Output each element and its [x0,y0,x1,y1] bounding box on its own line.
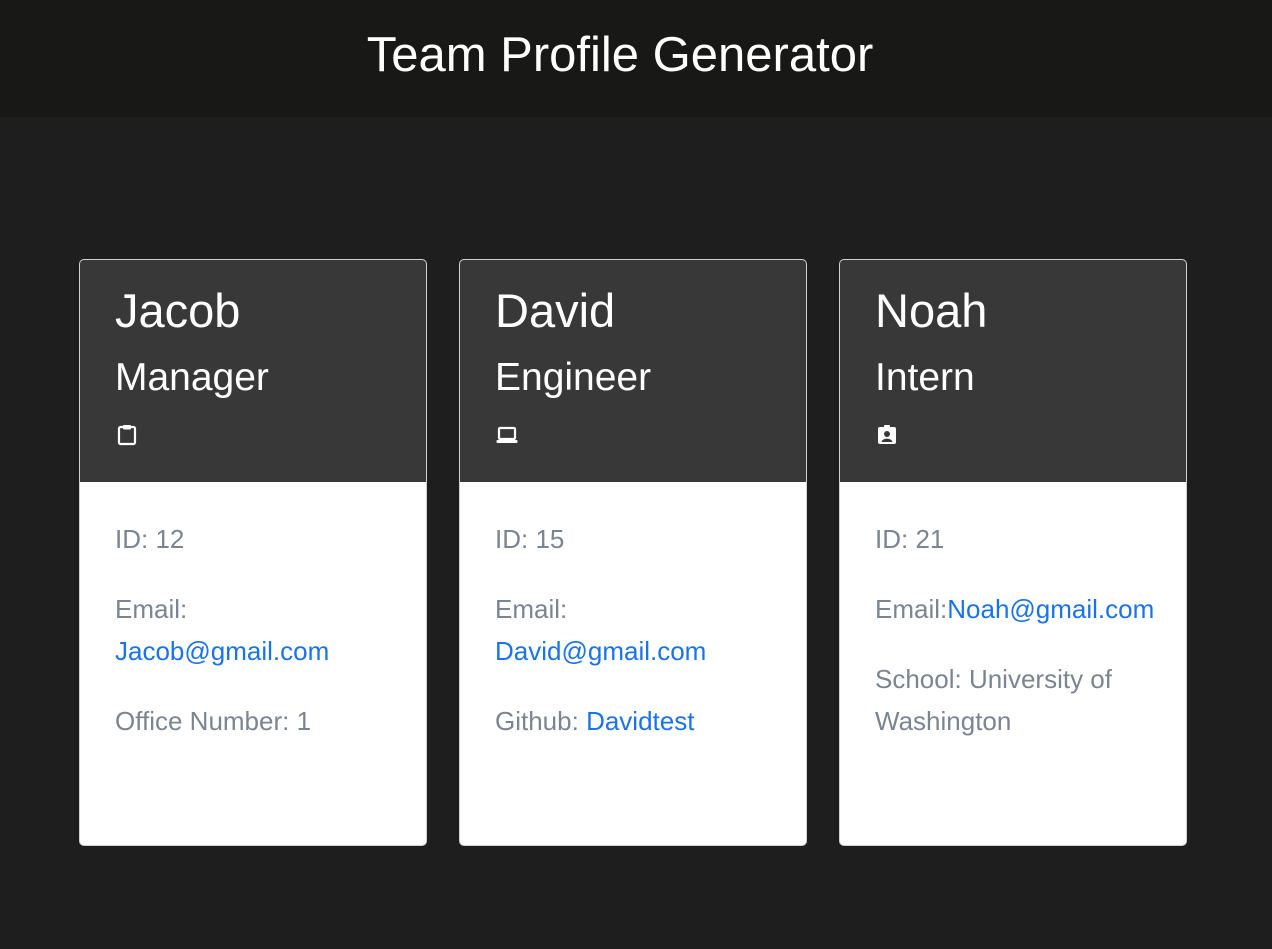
employee-name: David [495,284,616,337]
employee-card-intern: Noah Intern ID: 21 Email:Noah@gmail.com … [839,259,1187,846]
email-link[interactable]: Noah@gmail.com [947,594,1154,624]
clipboard-icon [117,425,137,446]
employee-name: Noah [875,284,988,337]
employee-card-engineer: David Engineer ID: 15 Email: David@gmail… [459,259,807,846]
employee-email-line: Email:Noah@gmail.com [875,588,1165,630]
github-label: Github: [495,706,587,736]
school-line: School: University of Washington [875,664,1112,736]
laptop-icon [496,426,518,443]
employee-name: Jacob [115,284,241,337]
employee-role: Intern [875,356,975,399]
email-link[interactable]: David@gmail.com [495,636,706,666]
email-link[interactable]: Jacob@gmail.com [115,636,329,666]
employee-email-line: Email: David@gmail.com [495,588,785,672]
employee-role: Manager [115,356,269,399]
email-label: Email: [495,594,568,624]
top-header: Team Profile Generator [0,0,1272,117]
github-link[interactable]: Davidtest [586,706,694,736]
page-title: Team Profile Generator [366,28,874,82]
employee-role: Engineer [495,356,652,399]
card-body: ID: 15 Email: David@gmail.com Github: Da… [495,518,785,770]
employee-card-manager: Jacob Manager ID: 12 Email: Jacob@gmail.… [79,259,427,846]
email-label: Email: [115,594,188,624]
office-number: Office Number: 1 [115,706,312,736]
card-body: ID: 12 Email: Jacob@gmail.com Office Num… [115,518,405,770]
employee-id: ID: 21 [875,524,945,554]
employee-email-line: Email: Jacob@gmail.com [115,588,405,672]
employee-id: ID: 12 [115,524,185,554]
card-header: Noah Intern [840,260,1186,482]
email-label: Email: [875,594,948,624]
card-header: Jacob Manager [80,260,426,482]
employee-id: ID: 15 [495,524,565,554]
card-body: ID: 21 Email:Noah@gmail.com School: Univ… [875,518,1165,770]
id-badge-icon [878,425,896,444]
card-header: David Engineer [460,260,806,482]
github-line: Github: Davidtest [495,700,785,742]
